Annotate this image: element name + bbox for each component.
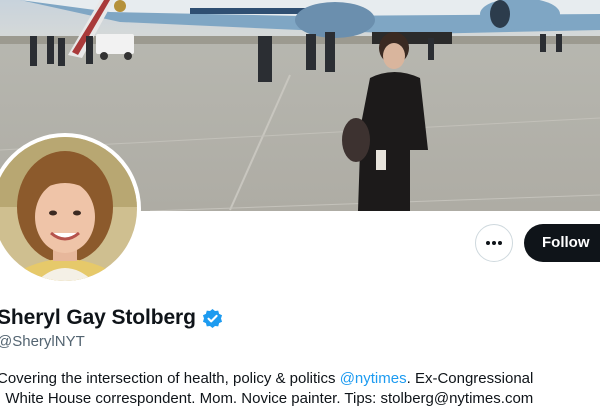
- bio-mention-link[interactable]: @nytimes: [340, 370, 407, 387]
- profile-name-row: Sheryl Gay Stolberg: [0, 303, 223, 333]
- profile-bio: Covering the intersection of health, pol…: [0, 369, 600, 409]
- display-name: Sheryl Gay Stolberg: [0, 306, 196, 329]
- ellipsis-icon: [486, 241, 502, 245]
- profile-avatar[interactable]: [0, 133, 141, 285]
- bio-text-line2: , White House correspondent. Mom. Novice…: [0, 390, 534, 407]
- bio-text: Covering the intersection of health, pol…: [0, 370, 340, 387]
- follow-button[interactable]: Follow: [524, 224, 600, 262]
- verified-badge-icon[interactable]: [202, 308, 223, 329]
- bio-text: . Ex-Congressional: [406, 370, 534, 387]
- more-options-button[interactable]: [475, 224, 513, 262]
- follow-button-label: Follow: [542, 234, 590, 251]
- profile-handle: @SherylNYT: [0, 333, 85, 350]
- avatar-photo: [0, 137, 137, 281]
